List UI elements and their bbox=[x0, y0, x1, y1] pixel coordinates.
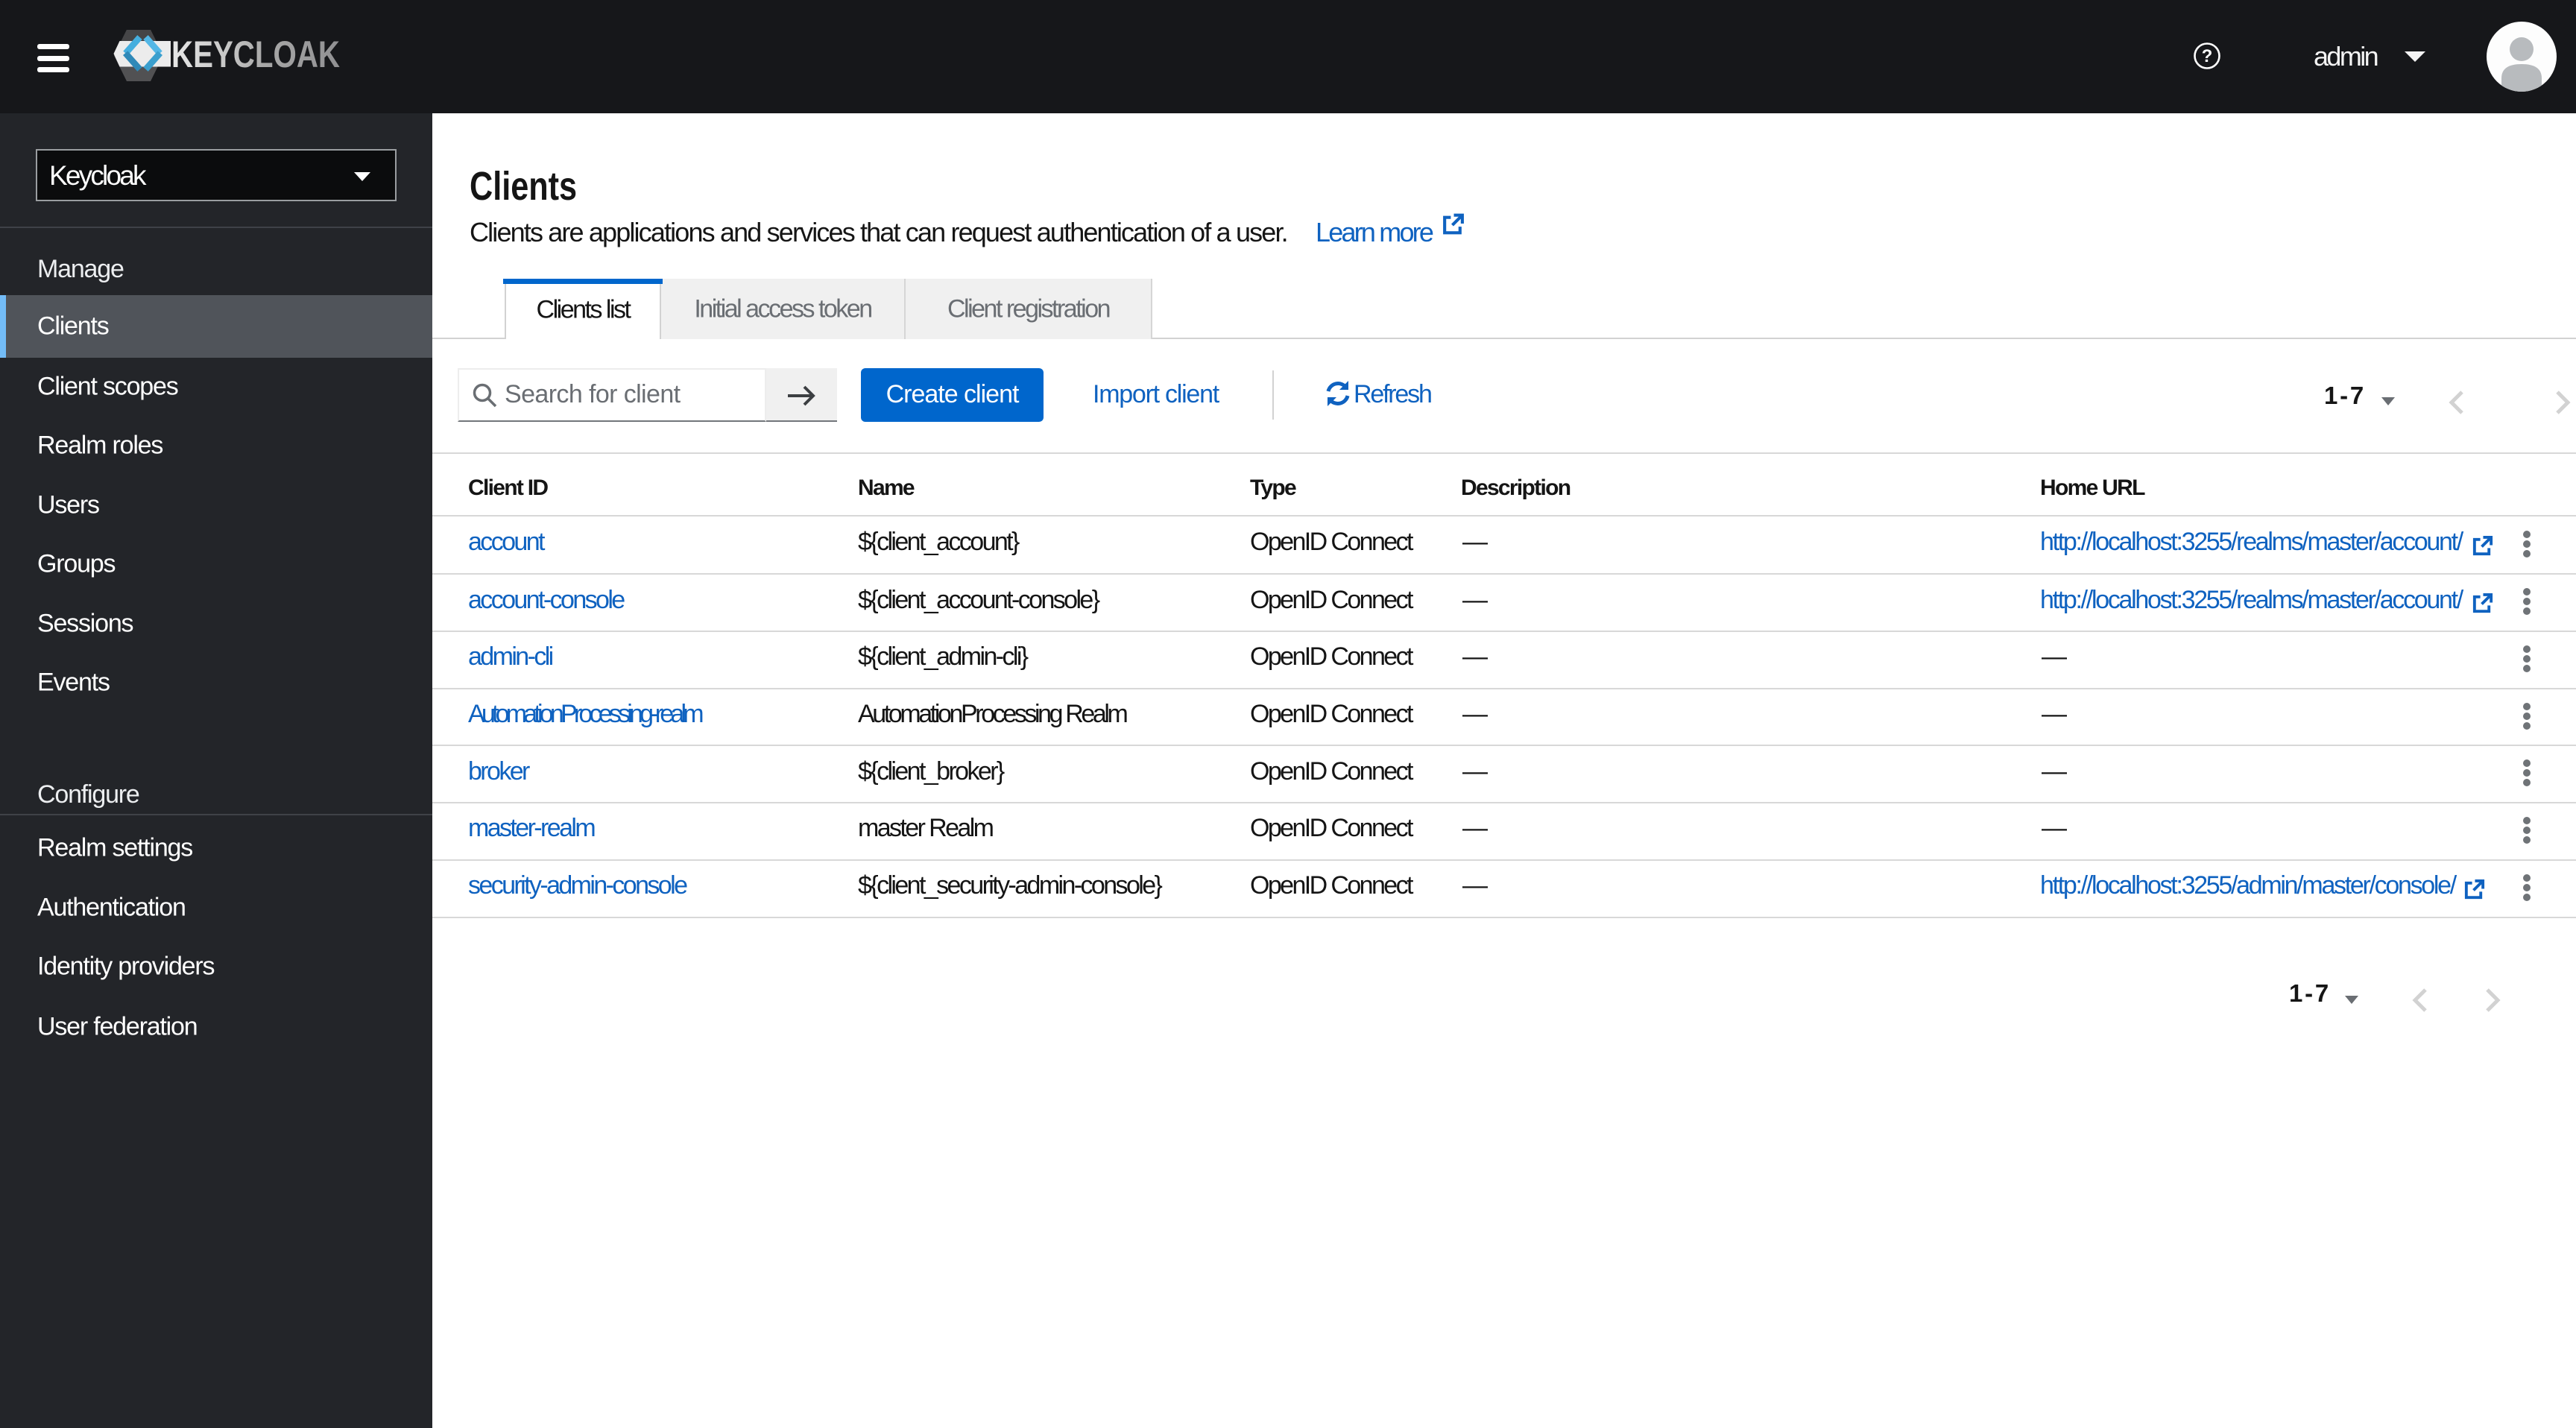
svg-text:Clients: Clients bbox=[470, 164, 577, 209]
svg-text:?: ? bbox=[2202, 46, 2213, 66]
svg-text:KEYCLOAK: KEYCLOAK bbox=[171, 34, 340, 75]
